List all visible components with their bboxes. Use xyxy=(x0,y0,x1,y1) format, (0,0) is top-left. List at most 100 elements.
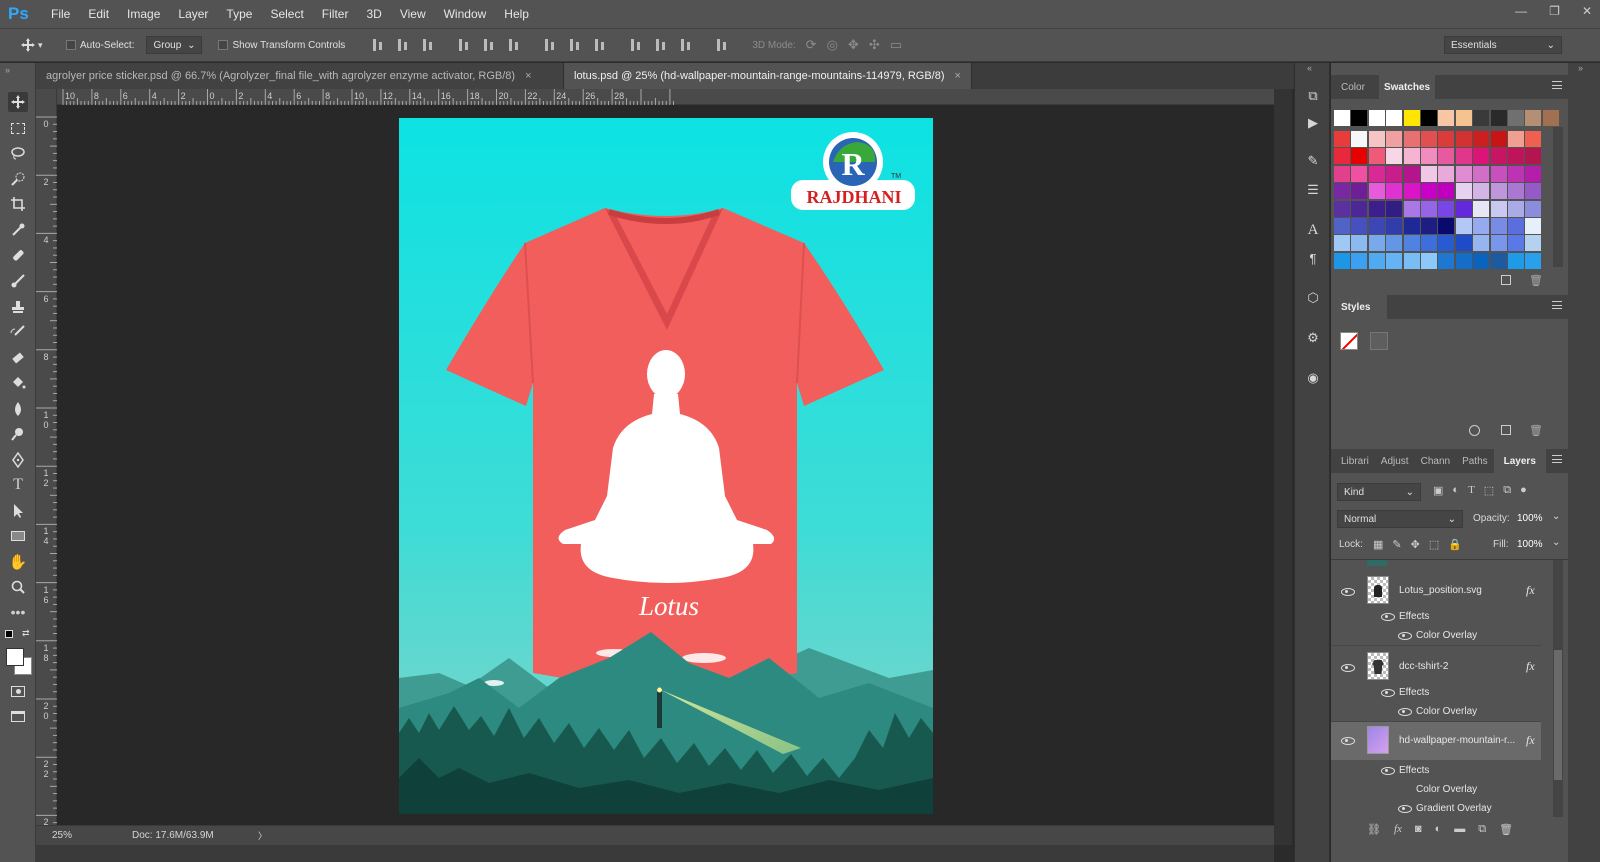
visibility-eye-icon[interactable] xyxy=(1341,737,1355,745)
swatches-scrollbar[interactable] xyxy=(1553,127,1563,267)
swatch[interactable] xyxy=(1438,218,1455,234)
swatch[interactable] xyxy=(1351,131,1368,147)
swatch[interactable] xyxy=(1508,148,1524,165)
swatch[interactable] xyxy=(1455,165,1472,182)
swatch[interactable] xyxy=(1351,218,1368,234)
effect-eye-icon[interactable] xyxy=(1398,708,1412,716)
lasso-tool-icon[interactable] xyxy=(8,143,28,163)
blend-mode-dropdown[interactable]: Normal ⌄ xyxy=(1337,510,1463,528)
swap-colors-icon[interactable]: ⇄ xyxy=(22,628,30,639)
align-left-icon[interactable] xyxy=(457,38,471,52)
tab-channels[interactable]: Chann xyxy=(1415,449,1456,473)
tab-swatches[interactable]: Swatches xyxy=(1379,75,1435,99)
delete-layer-icon[interactable]: 🗑 xyxy=(1499,823,1513,836)
tab-color[interactable]: Color xyxy=(1331,75,1379,99)
hand-tool-icon[interactable]: ✋ xyxy=(8,552,28,572)
expand-panels-icon[interactable]: » xyxy=(1578,63,1583,73)
tab-paths[interactable]: Paths xyxy=(1456,449,1494,473)
healing-brush-tool-icon[interactable] xyxy=(8,245,28,265)
collapse-dock-icon[interactable]: « xyxy=(1307,63,1312,73)
swatch[interactable] xyxy=(1334,183,1350,200)
swatch[interactable] xyxy=(1351,200,1368,217)
path-selection-tool-icon[interactable] xyxy=(8,501,28,521)
rectangle-tool-icon[interactable] xyxy=(8,526,28,546)
swatch[interactable] xyxy=(1508,218,1524,234)
3d-panel-icon[interactable]: ⬡ xyxy=(1304,289,1322,307)
swatch[interactable] xyxy=(1334,235,1350,252)
swatch[interactable] xyxy=(1508,131,1524,147)
visibility-eye-icon[interactable] xyxy=(1341,664,1355,672)
swatch[interactable] xyxy=(1473,110,1490,126)
swatch[interactable] xyxy=(1334,110,1350,126)
swatch[interactable] xyxy=(1421,252,1437,269)
close-tab-icon[interactable]: × xyxy=(955,70,961,82)
effects-eye-icon[interactable] xyxy=(1381,767,1395,775)
crop-tool-icon[interactable] xyxy=(8,194,28,214)
panel-menu-icon[interactable] xyxy=(1552,301,1562,309)
brush-tool-icon[interactable] xyxy=(8,271,28,291)
filter-type-icon[interactable]: T xyxy=(1468,484,1475,497)
menu-edit[interactable]: Edit xyxy=(79,7,118,21)
swatch[interactable] xyxy=(1542,110,1559,126)
swatch[interactable] xyxy=(1403,131,1420,147)
menu-type[interactable]: Type xyxy=(217,7,261,21)
filter-adjustment-icon[interactable]: ◐ xyxy=(1452,484,1459,497)
swatch[interactable] xyxy=(1334,131,1350,147)
swatch[interactable] xyxy=(1386,165,1403,182)
swatch[interactable] xyxy=(1368,200,1385,217)
swatch[interactable] xyxy=(1490,218,1507,234)
document-tab[interactable]: agrolyer price sticker.psd @ 66.7% (Agro… xyxy=(36,63,564,89)
tab-adjustments[interactable]: Adjust xyxy=(1375,449,1415,473)
swatch[interactable] xyxy=(1334,165,1350,182)
style-none[interactable] xyxy=(1340,332,1358,350)
menu-select[interactable]: Select xyxy=(261,7,312,21)
filter-toggle-icon[interactable]: ● xyxy=(1520,484,1527,497)
restore-button[interactable]: ❐ xyxy=(1549,4,1560,18)
delete-swatch-icon[interactable]: 🗑 xyxy=(1529,274,1543,287)
swatch[interactable] xyxy=(1421,183,1437,200)
history-brush-tool-icon[interactable] xyxy=(8,322,28,342)
swatch[interactable] xyxy=(1508,235,1524,252)
minimize-button[interactable]: — xyxy=(1515,4,1527,18)
effect-eye-icon[interactable] xyxy=(1398,632,1412,640)
new-adjustment-layer-icon[interactable]: ◐ xyxy=(1435,823,1442,836)
auto-align-icon[interactable] xyxy=(715,38,729,52)
swatch[interactable] xyxy=(1351,252,1368,269)
swatch[interactable] xyxy=(1473,148,1490,165)
dodge-tool-icon[interactable] xyxy=(8,424,28,444)
tab-libraries[interactable]: Librari xyxy=(1331,449,1375,473)
move-tool-preset-icon[interactable]: ▾ xyxy=(20,35,50,55)
swatch[interactable] xyxy=(1525,110,1542,126)
zoom-tool-icon[interactable] xyxy=(8,577,28,597)
lock-position-icon[interactable]: ✥ xyxy=(1411,538,1420,551)
swatch[interactable] xyxy=(1403,218,1420,234)
swatch[interactable] xyxy=(1386,218,1403,234)
pen-tool-icon[interactable] xyxy=(8,450,28,470)
workspace-switcher[interactable]: Essentials ⌄ xyxy=(1444,36,1562,54)
actions-panel-icon[interactable]: ▶ xyxy=(1304,114,1322,132)
swatch[interactable] xyxy=(1525,235,1542,252)
swatch[interactable] xyxy=(1473,183,1490,200)
scale-3d-icon[interactable]: ▭ xyxy=(890,37,902,53)
horizontal-scrollbar[interactable] xyxy=(36,845,1274,862)
align-vertical-center-icon[interactable] xyxy=(396,38,410,52)
clone-stamp-tool-icon[interactable] xyxy=(8,297,28,317)
new-group-icon[interactable]: ▬ xyxy=(1454,823,1465,836)
swatch[interactable] xyxy=(1455,252,1472,269)
swatch[interactable] xyxy=(1403,110,1420,126)
swatch[interactable] xyxy=(1334,148,1350,165)
swatch[interactable] xyxy=(1368,183,1385,200)
blur-tool-icon[interactable] xyxy=(8,399,28,419)
auto-select-checkbox[interactable]: Auto-Select: xyxy=(66,40,134,51)
swatch[interactable] xyxy=(1525,131,1542,147)
show-transform-controls-checkbox[interactable]: Show Transform Controls xyxy=(218,40,345,51)
swatch[interactable] xyxy=(1386,131,1403,147)
properties-panel-icon[interactable]: ⚙ xyxy=(1304,329,1322,347)
swatch[interactable] xyxy=(1403,148,1420,165)
menu-window[interactable]: Window xyxy=(435,7,496,21)
lock-transparent-icon[interactable]: ▦ xyxy=(1373,538,1383,551)
clear-style-icon[interactable] xyxy=(1469,425,1480,436)
swatch[interactable] xyxy=(1473,252,1490,269)
new-style-icon[interactable] xyxy=(1501,425,1511,435)
swatch[interactable] xyxy=(1508,110,1524,126)
